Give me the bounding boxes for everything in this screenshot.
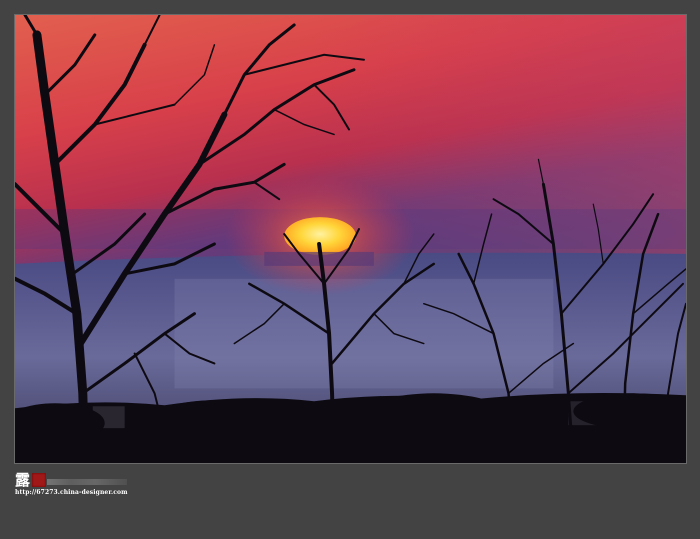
watermark-glyph: 露 [15, 471, 31, 489]
sea-shimmer [174, 278, 554, 389]
watermark-url: http://67273.china-designer.com [15, 489, 128, 496]
sunset-scene [15, 15, 686, 463]
watermark-blur [47, 479, 127, 485]
watermark: 露 http://67273.china-designer.com [15, 471, 128, 497]
page: 露 http://67273.china-designer.com [0, 0, 700, 539]
seal-icon [32, 473, 46, 487]
sunset-photo [14, 14, 687, 464]
